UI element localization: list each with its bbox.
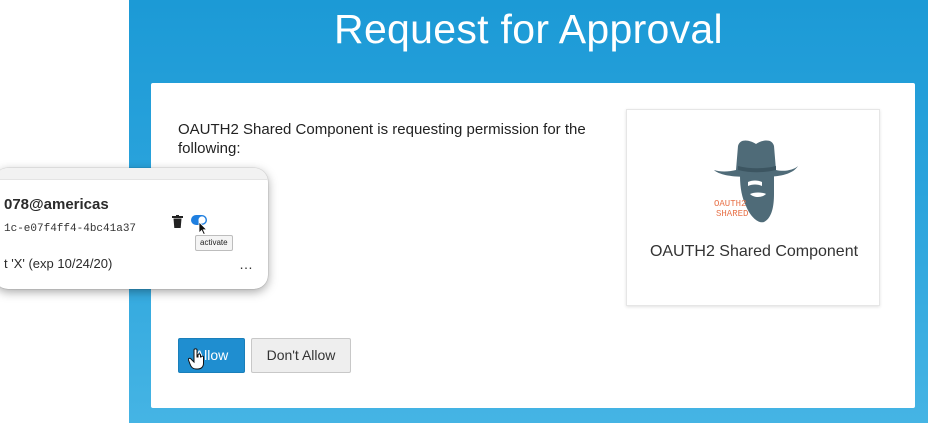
activate-tooltip: activate — [195, 235, 233, 251]
logo-text-2: SHARED — [716, 209, 748, 219]
trash-icon[interactable] — [172, 215, 183, 228]
token-expiry: t 'X' (exp 10/24/20) — [4, 256, 113, 271]
logo-text-1: OAUTH2 — [714, 199, 746, 209]
token-popup: 078@americas 1c-e07f4ff4-4bc41a37 activa… — [0, 168, 268, 289]
popup-header-strip — [0, 168, 268, 180]
more-icon[interactable]: … — [239, 256, 254, 272]
hand-cursor-icon — [188, 348, 204, 370]
page-title: Request for Approval — [334, 6, 723, 52]
app-name: OAUTH2 Shared Component — [649, 243, 859, 260]
dont-allow-button[interactable]: Don't Allow — [251, 338, 351, 373]
app-tile: OAUTH2 SHARED OAUTH2 Shared Component — [626, 109, 880, 306]
permission-text: OAUTH2 Shared Component is requesting pe… — [178, 121, 586, 157]
token-id: 1c-e07f4ff4-4bc41a37 — [4, 223, 137, 235]
pointer-cursor-icon — [198, 221, 208, 235]
app-logo: OAUTH2 SHARED — [714, 140, 798, 223]
account-name: 078@americas — [4, 196, 109, 213]
